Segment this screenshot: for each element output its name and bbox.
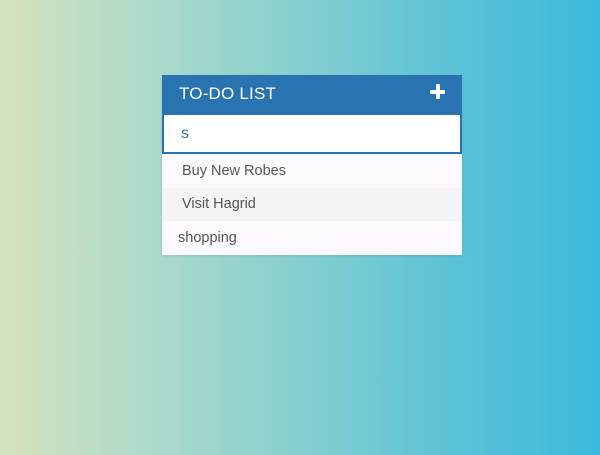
todo-item[interactable]: Buy New Robes — [162, 154, 462, 188]
page-title: TO-DO LIST — [179, 84, 277, 103]
todo-card: TO-DO LIST Buy New Robes Visit Hagrid sh… — [162, 75, 462, 255]
todo-header: TO-DO LIST — [162, 75, 462, 113]
new-todo-input[interactable] — [181, 124, 443, 143]
todo-list: Buy New Robes Visit Hagrid shopping — [162, 154, 462, 255]
todo-item[interactable]: Visit Hagrid — [162, 187, 462, 221]
plus-icon[interactable] — [428, 82, 448, 102]
todo-item[interactable]: shopping — [162, 221, 462, 255]
todo-item-label: shopping — [178, 229, 237, 246]
todo-item-label: Visit Hagrid — [182, 196, 256, 213]
todo-item-label: Buy New Robes — [182, 162, 286, 179]
new-todo-field-wrapper — [162, 113, 462, 154]
